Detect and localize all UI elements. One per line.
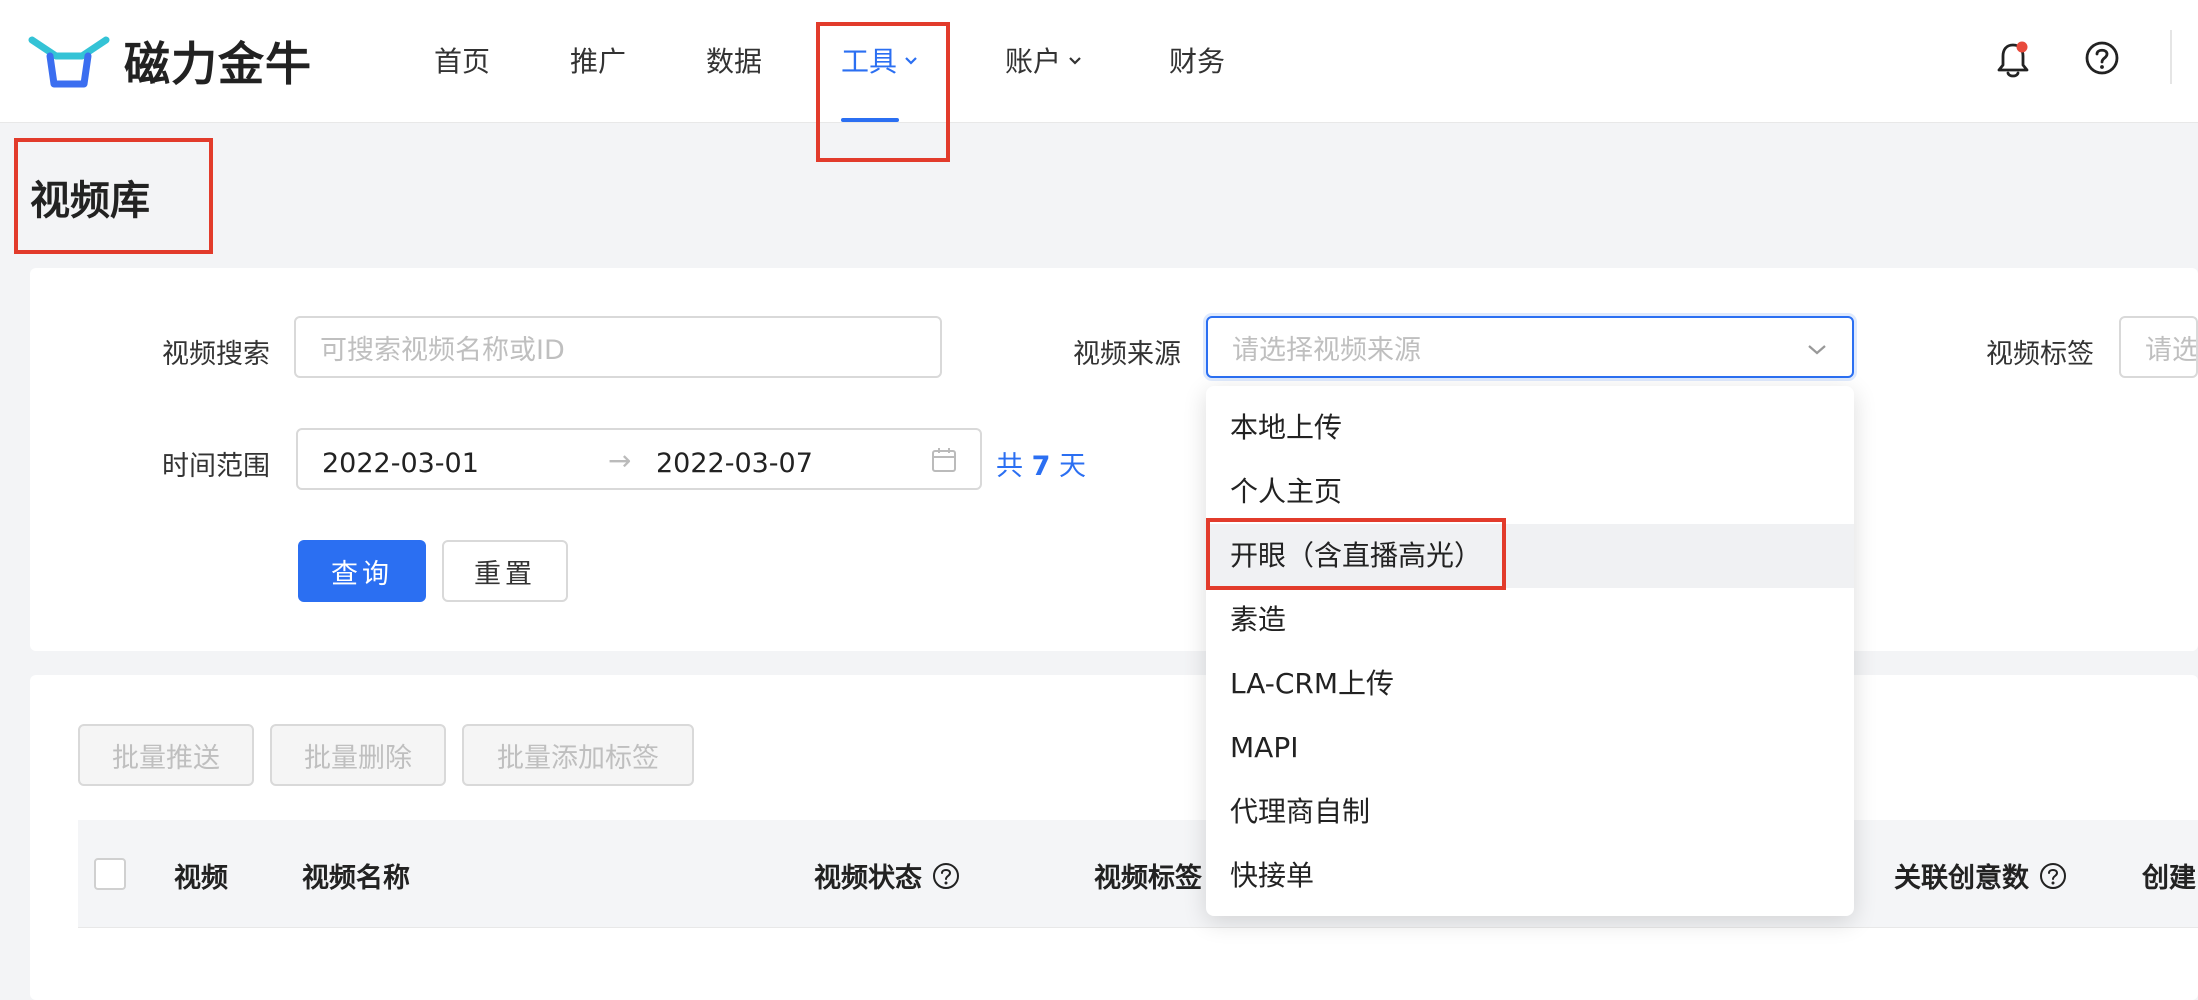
select-all-checkbox[interactable]: [94, 858, 126, 890]
help-icon[interactable]: [2084, 40, 2120, 80]
search-placeholder: 可搜索视频名称或ID: [320, 334, 565, 366]
logo-icon: [28, 28, 110, 94]
nav-tools-label: 工具: [841, 45, 898, 78]
page-title: 视频库: [30, 178, 150, 224]
col-video-tags: 视频标签: [1094, 863, 1202, 894]
nav-finance[interactable]: 财务: [1169, 40, 1225, 80]
col-related-creatives: 关联创意数: [1894, 856, 2067, 895]
reset-button[interactable]: 重置: [442, 540, 568, 602]
tag-select[interactable]: 请选: [2119, 316, 2198, 378]
top-header: 磁力金牛 首页 推广 数据 工具 账户 财务: [0, 0, 2198, 123]
chevron-down-icon: [905, 57, 917, 65]
batch-add-tag-button[interactable]: 批量添加标签: [462, 724, 694, 786]
col-related-creatives-label: 关联创意数: [1894, 863, 2029, 894]
question-icon[interactable]: [932, 862, 960, 890]
logo[interactable]: 磁力金牛: [28, 28, 312, 94]
source-option[interactable]: LA-CRM上传: [1206, 652, 1854, 716]
nav-data[interactable]: 数据: [706, 40, 762, 80]
tag-label: 视频标签: [1986, 339, 2094, 370]
nav-active-indicator: [841, 118, 899, 122]
day-count-suffix: 天: [1058, 451, 1086, 482]
question-icon[interactable]: [2039, 862, 2067, 890]
source-option[interactable]: 本地上传: [1206, 396, 1854, 460]
date-range-picker[interactable]: 2022-03-01 → 2022-03-07: [296, 428, 982, 490]
chevron-down-icon: [1069, 57, 1081, 65]
source-label: 视频来源: [1073, 339, 1181, 370]
col-created: 创建: [2142, 863, 2196, 894]
source-option[interactable]: MAPI: [1206, 716, 1854, 780]
day-count-number: 7: [1031, 451, 1051, 482]
chevron-down-icon: [1808, 345, 1826, 355]
source-select[interactable]: 请选择视频来源: [1206, 316, 1854, 378]
source-option[interactable]: 代理商自制: [1206, 780, 1854, 844]
day-count-prefix: 共: [996, 451, 1023, 482]
nav-promotion[interactable]: 推广: [570, 40, 626, 80]
source-option[interactable]: 素造: [1206, 588, 1854, 652]
batch-push-button[interactable]: 批量推送: [78, 724, 254, 786]
nav-home[interactable]: 首页: [434, 40, 490, 80]
batch-delete-button[interactable]: 批量删除: [270, 724, 446, 786]
source-option[interactable]: 个人主页: [1206, 460, 1854, 524]
tag-placeholder: 请选: [2145, 334, 2198, 366]
bell-icon[interactable]: [1996, 40, 2030, 84]
calendar-icon: [932, 448, 956, 472]
search-label: 视频搜索: [162, 339, 270, 370]
logo-text: 磁力金牛: [124, 37, 312, 91]
source-dropdown: 本地上传 个人主页 开眼（含直播高光） 素造 LA-CRM上传 MAPI 代理商…: [1206, 386, 1854, 916]
col-video: 视频: [174, 863, 228, 894]
day-count: 共 7 天: [996, 444, 1086, 483]
query-button[interactable]: 查询: [298, 540, 426, 602]
date-end[interactable]: 2022-03-07: [656, 448, 813, 479]
time-range-label: 时间范围: [162, 451, 270, 482]
nav-account-label: 账户: [1005, 45, 1062, 78]
col-video-status-label: 视频状态: [814, 863, 922, 894]
col-video-name: 视频名称: [302, 863, 410, 894]
source-placeholder: 请选择视频来源: [1232, 334, 1421, 366]
search-input[interactable]: 可搜索视频名称或ID: [294, 316, 942, 378]
table-header: 视频 视频名称 视频状态 视频标签 关联创意数 创建: [78, 820, 2198, 928]
header-divider: [2170, 30, 2172, 84]
source-option-highlighted[interactable]: 开眼（含直播高光）: [1206, 524, 1854, 588]
col-video-status: 视频状态: [814, 856, 960, 895]
nav-account[interactable]: 账户: [1005, 40, 1083, 80]
range-arrow-icon: →: [608, 444, 632, 477]
source-option[interactable]: 快接单: [1206, 844, 1854, 908]
date-start[interactable]: 2022-03-01: [322, 448, 479, 479]
nav-tools[interactable]: 工具: [841, 40, 919, 80]
